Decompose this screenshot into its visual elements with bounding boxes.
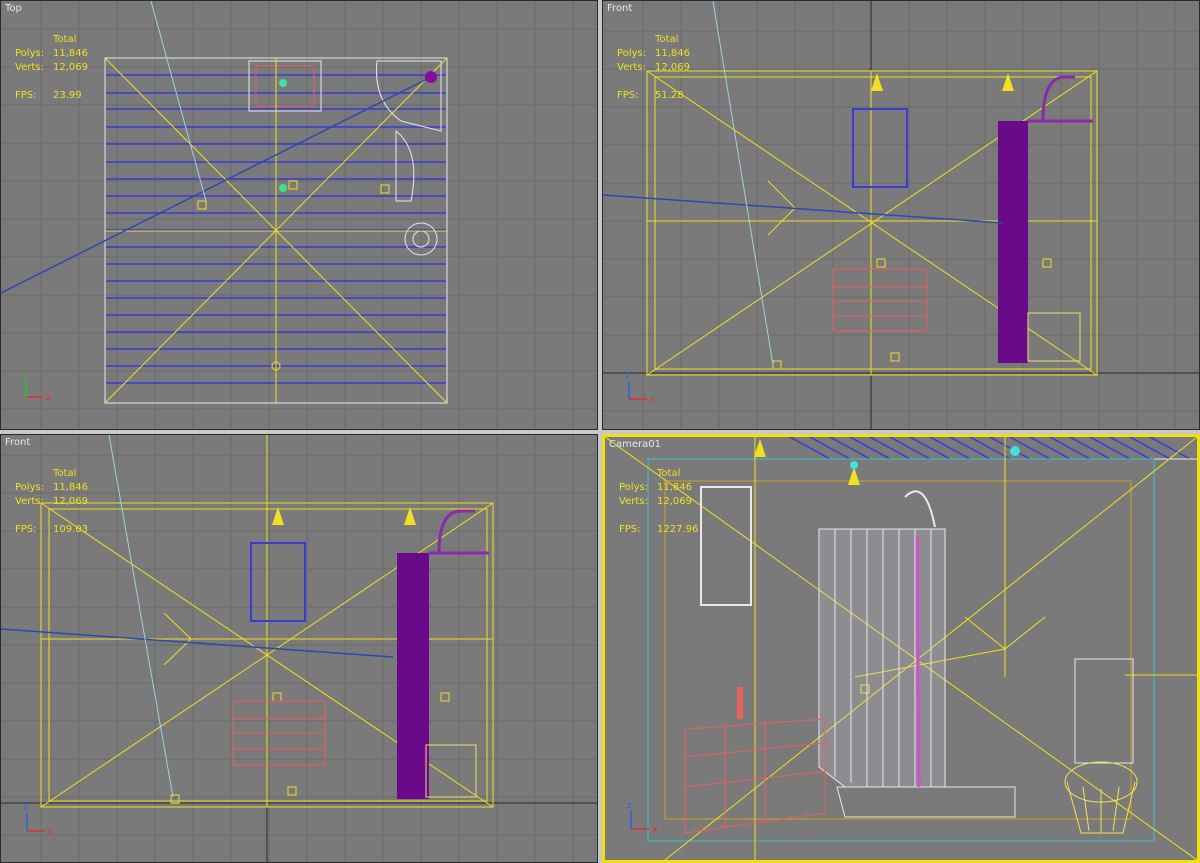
svg-text:x: x (652, 825, 658, 835)
light-icon[interactable] (871, 73, 883, 91)
viewport-top[interactable]: Top x y Total Polys: 11,846 Verts: 12,06… (0, 0, 598, 430)
svg-text:z: z (627, 801, 632, 811)
front-right-scene[interactable]: x z (603, 1, 1200, 430)
stats-overlay: Total Polys: 11,846 Verts: 12,069 FPS: 51.2… (617, 34, 690, 101)
light-icon[interactable] (848, 467, 860, 485)
stats-overlay: Total Polys: 11,846 Verts: 12,069 FPS: 1227… (619, 468, 699, 535)
top-view-scene[interactable]: x y (1, 1, 598, 430)
svg-text:z: z (625, 371, 630, 381)
viewport-camera[interactable]: Camera01 x z Total Polys: 11,846 Verts: … (602, 434, 1200, 863)
axis-gizmo: x z (23, 803, 54, 837)
front-left-scene[interactable]: x z (1, 435, 598, 863)
viewport-label[interactable]: Top (5, 3, 22, 14)
svg-text:y: y (22, 370, 28, 380)
viewport-front-left[interactable]: Front x z Total Polys: 11,846 Verts: 12,… (0, 434, 598, 863)
light-icon[interactable] (754, 439, 766, 457)
svg-text:x: x (650, 395, 656, 405)
svg-text:x: x (48, 827, 54, 837)
viewport-label[interactable]: Front (607, 3, 632, 14)
axis-gizmo: x z (627, 801, 658, 835)
axis-gizmo: x z (625, 371, 656, 405)
viewport-front-right[interactable]: Front x z Total Polys: 11,846 Verts: 12,… (602, 0, 1200, 430)
viewport-label[interactable]: Front (5, 437, 30, 448)
axis-gizmo: x y (22, 370, 52, 403)
stats-overlay: Total Polys: 11,846 Verts: 12,069 FPS: 23.9… (15, 34, 88, 101)
light-icon[interactable] (272, 507, 284, 525)
viewport-label[interactable]: Camera01 (609, 439, 661, 450)
light-icon[interactable] (404, 507, 416, 525)
light-icon[interactable] (1002, 73, 1014, 91)
stats-overlay: Total Polys: 11,846 Verts: 12,069 FPS: 109.… (15, 468, 88, 535)
svg-text:x: x (46, 393, 52, 403)
svg-text:z: z (23, 803, 28, 813)
